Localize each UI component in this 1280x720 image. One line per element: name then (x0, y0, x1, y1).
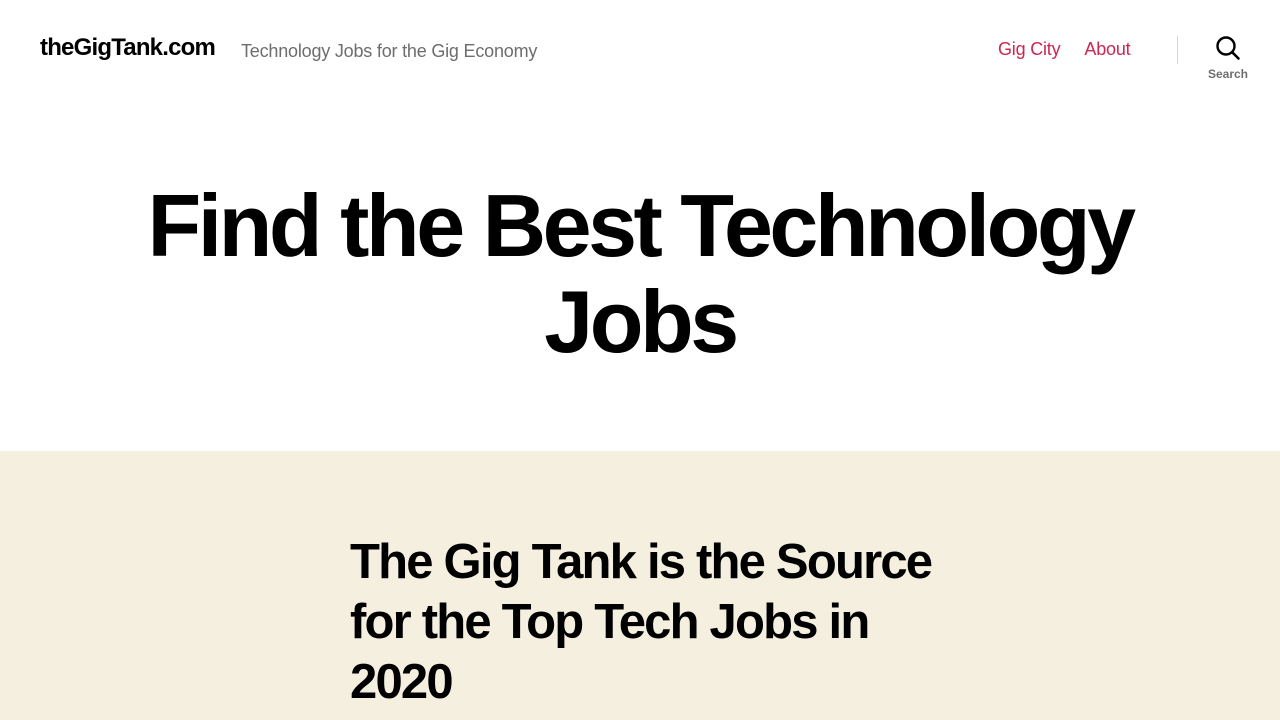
content-section: The Gig Tank is the Source for the Top T… (0, 451, 1280, 720)
post-title-link[interactable]: The Gig Tank is the Source for the Top T… (350, 532, 950, 712)
site-header: theGigTank.com Technology Jobs for the G… (0, 0, 1280, 100)
page-title: Find the Best Technology Jobs (147, 176, 1136, 371)
page: theGigTank.com Technology Jobs for the G… (0, 0, 1280, 720)
site-description: Technology Jobs for the Gig Economy (241, 41, 538, 61)
nav-item-about[interactable]: About (1084, 39, 1130, 60)
primary-nav: Gig City About (998, 39, 1131, 60)
nav-item-gig-city[interactable]: Gig City (998, 39, 1061, 60)
header-divider (1177, 36, 1178, 64)
search-icon (1215, 35, 1241, 61)
site-title-link[interactable]: theGigTank.com (40, 34, 216, 62)
search-toggle-button[interactable]: Search (1200, 35, 1256, 85)
search-label: Search (1207, 67, 1249, 81)
